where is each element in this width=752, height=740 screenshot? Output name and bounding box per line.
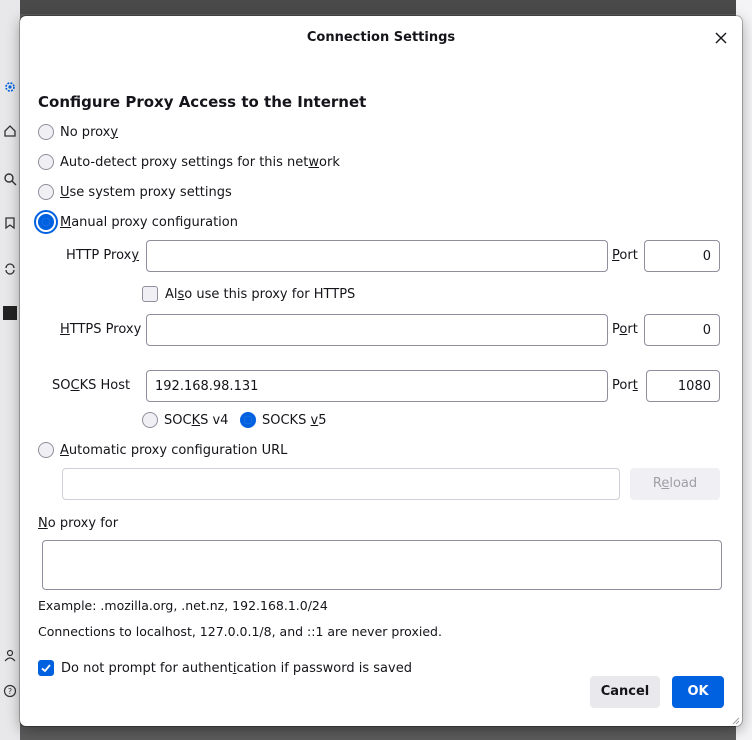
- radio-auto-detect[interactable]: Auto-detect proxy settings for this netw…: [38, 152, 340, 172]
- socks-port-label: Port: [612, 378, 638, 393]
- extension-icon: [3, 306, 17, 320]
- http-port-label: Port: [612, 248, 638, 263]
- https-port-input[interactable]: [644, 314, 720, 346]
- ok-button[interactable]: OK: [672, 676, 724, 708]
- cancel-button[interactable]: Cancel: [590, 676, 660, 708]
- socks-port-input[interactable]: [646, 370, 720, 402]
- section-heading: Configure Proxy Access to the Internet: [38, 93, 367, 111]
- checkmark-icon: [41, 664, 51, 673]
- search-icon: [3, 172, 17, 186]
- home-icon: [3, 124, 17, 138]
- no-proxy-label: No proxy for: [38, 516, 119, 531]
- radio-system-proxy[interactable]: Use system proxy settings: [38, 182, 232, 202]
- radio-button[interactable]: [38, 442, 54, 458]
- socks-host-input[interactable]: [146, 370, 608, 402]
- localhost-note: Connections to localhost, 127.0.0.1/8, a…: [38, 624, 442, 639]
- no-proxy-example: Example: .mozilla.org, .net.nz, 192.168.…: [38, 598, 328, 613]
- radio-label: No proxy: [60, 124, 119, 140]
- svg-text:?: ?: [8, 687, 12, 696]
- http-proxy-label: HTTP Proxy: [66, 248, 140, 263]
- profile-icon: [3, 648, 17, 662]
- close-icon: [715, 32, 727, 44]
- radio-button-selected[interactable]: [34, 210, 58, 234]
- socks-host-label: SOCKS Host: [52, 378, 131, 393]
- radio-manual-proxy[interactable]: Manual proxy configuration: [34, 210, 238, 234]
- dialog-title: Connection Settings: [306, 30, 456, 45]
- http-proxy-input[interactable]: [146, 240, 608, 272]
- resize-grip-icon[interactable]: [730, 714, 740, 725]
- radio-label: Use system proxy settings: [60, 184, 232, 200]
- auto-config-url-input[interactable]: [62, 468, 620, 500]
- reload-button[interactable]: Reload: [630, 468, 720, 500]
- checkbox-label: Also use this proxy for HTTPS: [165, 286, 356, 302]
- checkbox-checked[interactable]: [38, 660, 54, 676]
- radio-socks-v4[interactable]: SOCKS v4: [142, 410, 228, 430]
- close-button[interactable]: [710, 27, 732, 49]
- radio-button[interactable]: [142, 412, 158, 428]
- auth-prompt-checkbox-row[interactable]: Do not prompt for authentication if pass…: [38, 658, 412, 678]
- radio-label: Automatic proxy configuration URL: [60, 442, 288, 458]
- checkbox-label: Do not prompt for authentication if pass…: [61, 660, 412, 676]
- radio-button[interactable]: [38, 184, 54, 200]
- background-sidebar: ?: [0, 0, 20, 740]
- radio-label: Manual proxy configuration: [60, 214, 238, 230]
- sync-icon: [3, 262, 17, 276]
- also-https-checkbox-row[interactable]: Also use this proxy for HTTPS: [142, 284, 355, 304]
- http-port-input[interactable]: [644, 240, 720, 272]
- radio-button[interactable]: [38, 154, 54, 170]
- https-proxy-input[interactable]: [146, 314, 608, 346]
- radio-label: Auto-detect proxy settings for this netw…: [60, 154, 340, 170]
- https-port-label: Port: [612, 322, 638, 337]
- radio-label: SOCKS v5: [262, 412, 327, 428]
- settings-icon: [3, 80, 17, 94]
- radio-button[interactable]: [38, 124, 54, 140]
- no-proxy-textarea[interactable]: [42, 540, 722, 590]
- radio-button-selected[interactable]: [240, 412, 256, 428]
- radio-no-proxy[interactable]: No proxy: [38, 122, 118, 142]
- radio-auto-config-url[interactable]: Automatic proxy configuration URL: [38, 440, 287, 460]
- radio-label: SOCKS v4: [164, 412, 229, 428]
- https-proxy-label: HTTPS Proxy: [60, 322, 142, 337]
- connection-settings-dialog: Connection Settings Configure Proxy Acce…: [20, 16, 742, 726]
- bookmark-icon: [3, 216, 17, 230]
- help-icon: ?: [3, 684, 17, 698]
- radio-socks-v5[interactable]: SOCKS v5: [240, 410, 326, 430]
- background-app-top: [0, 0, 752, 14]
- checkbox[interactable]: [142, 286, 158, 302]
